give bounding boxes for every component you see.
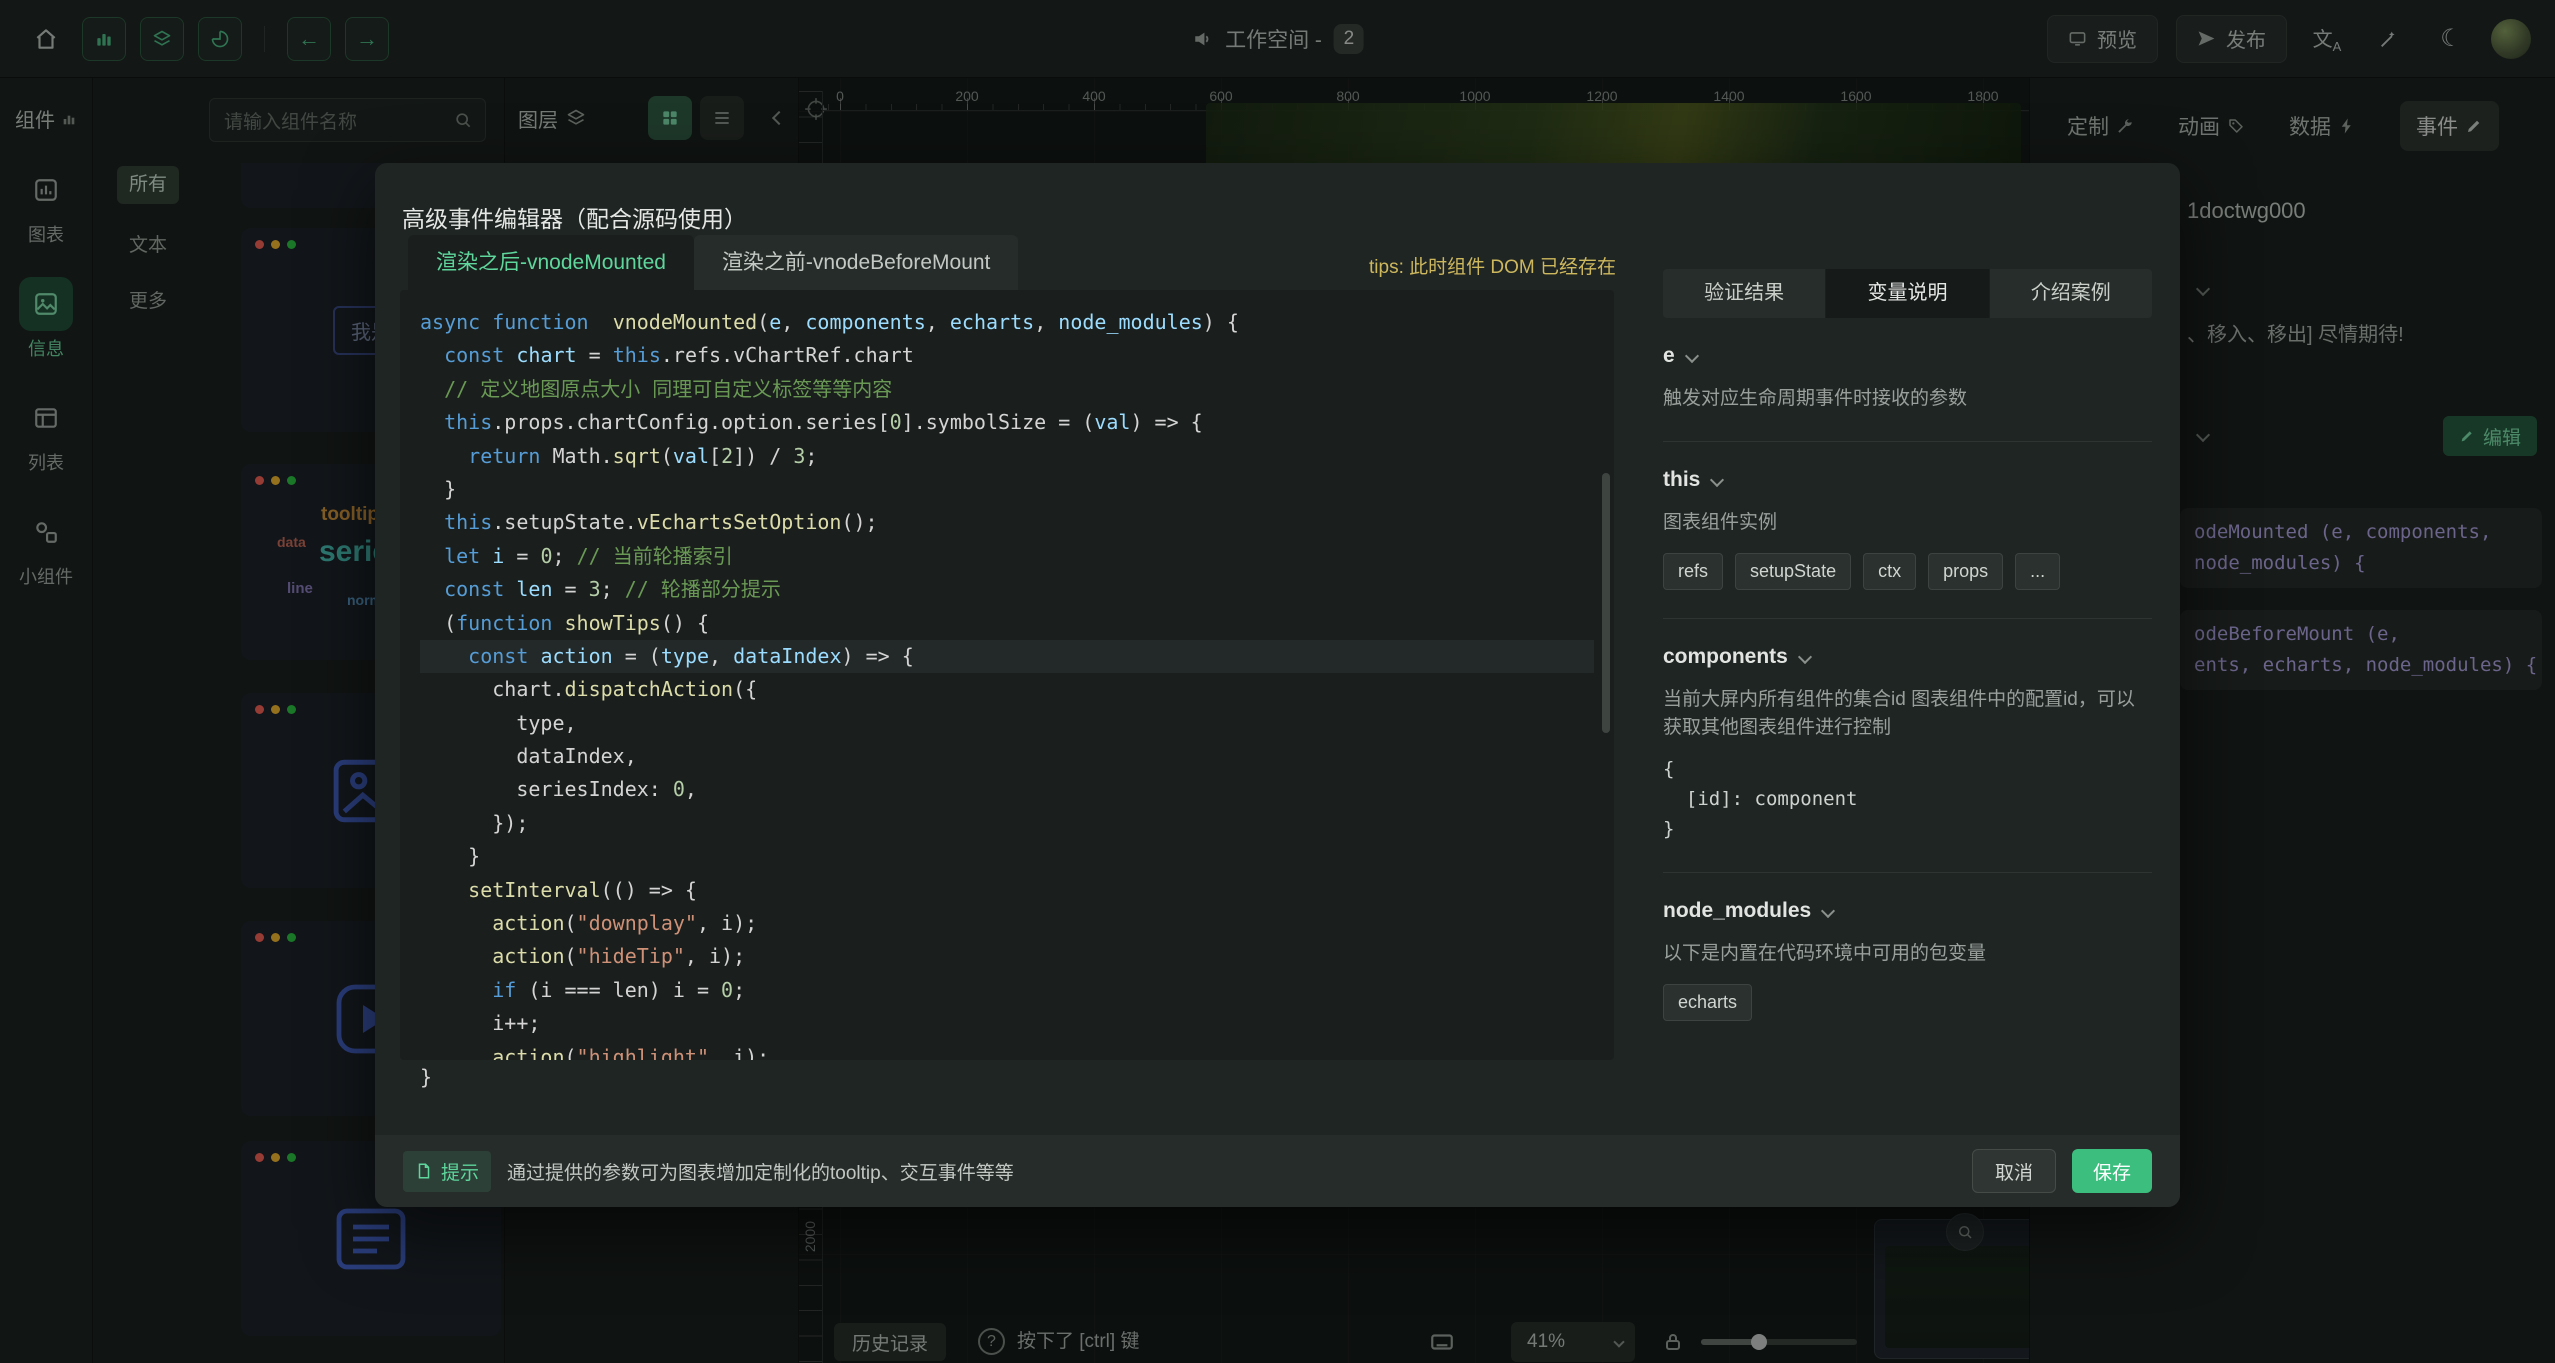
tab-vnode-before-mount[interactable]: 渲染之前-vnodeBeforeMount <box>694 235 1018 290</box>
code-lines: async function vnodeMounted(e, component… <box>420 306 1594 1060</box>
tab-vnode-mounted[interactable]: 渲染之后-vnodeMounted <box>408 235 694 290</box>
var-chip: ctx <box>1863 553 1916 590</box>
hint-badge: 提示 <box>403 1151 491 1192</box>
footer-hint: 通过提供的参数可为图表增加定制化的tooltip、交互事件等等 <box>507 1158 1014 1185</box>
save-button[interactable]: 保存 <box>2072 1149 2152 1193</box>
chevron-down-icon <box>1798 650 1812 664</box>
var-chip: setupState <box>1735 553 1851 590</box>
section-toggle[interactable]: node_modules <box>1663 899 2152 923</box>
editor-tabs: 渲染之后-vnodeMounted 渲染之前-vnodeBeforeMount <box>408 235 1018 290</box>
code-closing-brace: } <box>420 1065 432 1089</box>
chevron-down-icon <box>1710 473 1724 487</box>
chevron-down-icon <box>1821 904 1835 918</box>
var-section-this: this 图表组件实例 refs setupState ctx props ..… <box>1663 442 2152 619</box>
modal-title: 高级事件编辑器（配合源码使用） <box>402 200 747 234</box>
editor-scrollbar[interactable] <box>1602 473 1610 733</box>
var-chip: props <box>1928 553 2003 590</box>
variable-docs-panel: 验证结果 变量说明 介绍案例 e 触发对应生命周期事件时接收的参数 this 图… <box>1663 269 2152 1049</box>
tab-examples[interactable]: 介绍案例 <box>1990 269 2152 318</box>
section-toggle[interactable]: this <box>1663 468 2152 492</box>
section-toggle[interactable]: components <box>1663 645 2152 669</box>
docs-tabs: 验证结果 变量说明 介绍案例 <box>1663 269 2152 318</box>
modal-footer: 提示 通过提供的参数可为图表增加定制化的tooltip、交互事件等等 取消 保存 <box>375 1135 2180 1207</box>
section-toggle[interactable]: e <box>1663 344 2152 368</box>
tab-validation-result[interactable]: 验证结果 <box>1663 269 1826 318</box>
cancel-button[interactable]: 取消 <box>1972 1149 2056 1193</box>
code-editor[interactable]: async function vnodeMounted(e, component… <box>400 290 1614 1060</box>
chevron-down-icon <box>1685 349 1699 363</box>
document-icon <box>415 1162 433 1180</box>
var-section-e: e 触发对应生命周期事件时接收的参数 <box>1663 318 2152 442</box>
var-chip: echarts <box>1663 984 1752 1021</box>
var-section-node-modules: node_modules 以下是内置在代码环境中可用的包变量 echarts <box>1663 873 2152 1049</box>
var-section-components: components 当前大屏内所有组件的集合id 图表组件中的配置id，可以获… <box>1663 619 2152 873</box>
var-chip: refs <box>1663 553 1723 590</box>
app-root: ← → 工作空间 - 2 预览 发布 文A ☾ <box>0 0 2555 1363</box>
event-editor-modal: 高级事件编辑器（配合源码使用） 渲染之后-vnodeMounted 渲染之前-v… <box>375 163 2180 1207</box>
tab-tip: tips: 此时组件 DOM 已经存在 <box>1369 252 1616 279</box>
tab-variable-docs[interactable]: 变量说明 <box>1826 269 1989 318</box>
var-chip: ... <box>2015 553 2060 590</box>
components-code-sample: { [id]: component} <box>1663 754 2152 844</box>
